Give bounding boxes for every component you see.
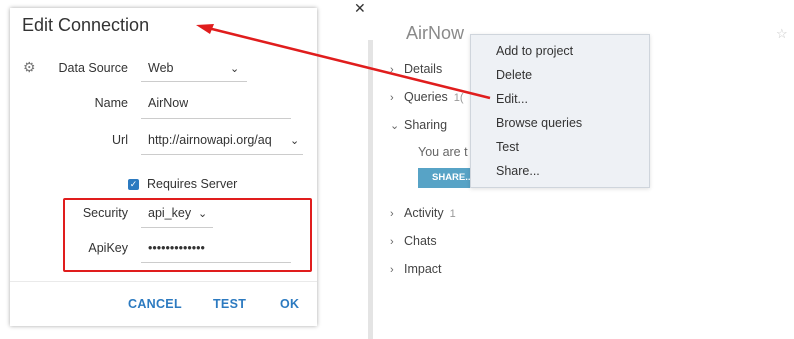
arrow-head [196, 24, 214, 34]
arrow-shaft [207, 26, 491, 100]
annotation-arrow [196, 24, 491, 100]
